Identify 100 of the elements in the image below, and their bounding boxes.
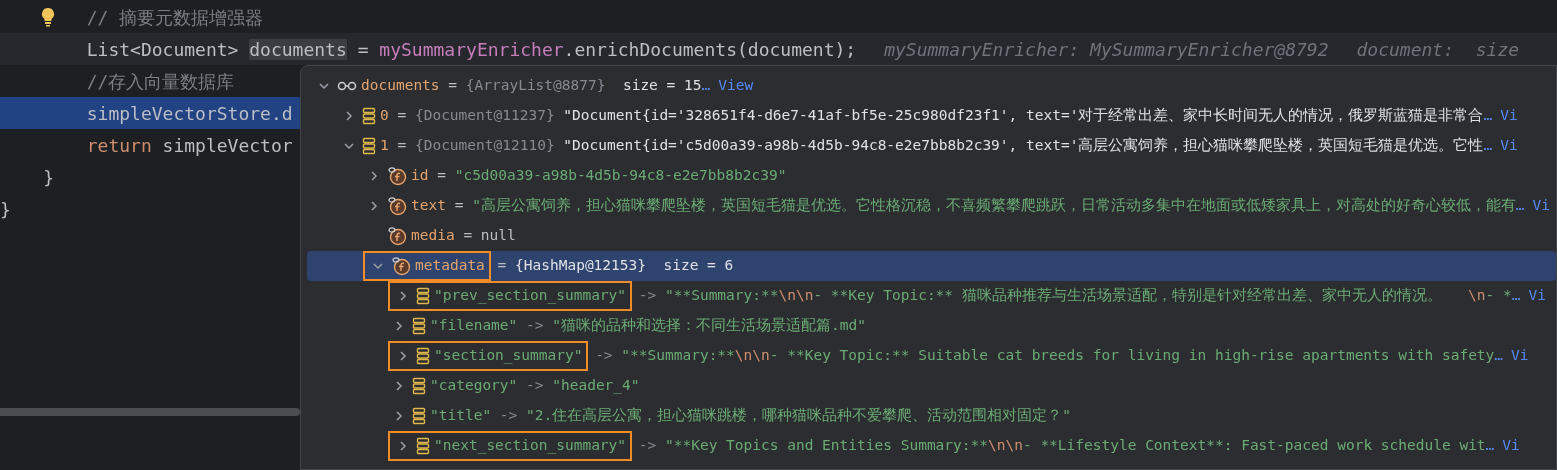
chevron-down-icon[interactable] [343,140,355,152]
code-text: } [0,198,11,220]
field-reference: mySummaryEnricher [379,38,564,60]
object-reference: -> [637,286,658,306]
chevron-down-icon[interactable] [318,80,330,92]
map-key: "category" [430,375,518,397]
variable-name: media [411,226,455,246]
variable-name: text [411,196,446,216]
view-link[interactable]: Vi [1500,105,1518,127]
code-text: } [43,166,55,188]
field-icon [391,256,411,276]
horizontal-scrollbar[interactable] [0,408,300,416]
code-text: List<Document> [86,38,240,60]
code-text: simpleVectorStore.d [86,102,293,124]
value-text: = [396,136,408,156]
variable-name: 0 [380,106,389,126]
variable-usage: documents [249,38,347,60]
view-link[interactable]: Vi [1528,285,1546,307]
string-value: "猫咪的品种和选择：不同生活场景适配篇.md" [552,316,866,336]
ellipsis: … [701,76,711,96]
string-value: "**Summary:** [665,286,779,306]
object-reference: {Document@12110} [414,136,555,156]
ellipsis: … [1511,286,1521,306]
object-reference: {ArrayList@8877} [465,76,606,96]
map-key: "next_section_summary" [434,435,627,457]
ellipsis: … [1494,346,1504,366]
escape-sequence: \n\n [988,436,1023,456]
keyword: return [86,134,152,156]
value-text: "Document{id='328651f4-d6e7-41af-bf5e-25c980df23f1', text='对于经常出差、家中长时间无人的情况，俄罗斯蓝猫是非常合 [562,106,1484,126]
view-link[interactable]: View [718,75,754,97]
field-icon [387,196,407,216]
object-reference: -> [525,316,545,336]
value-text: = [436,166,447,186]
code-comment: //存入向量数据库 [86,70,235,92]
string-value: "**Key Topics and Entities Summary:** [665,436,988,456]
object-reference: -> [525,376,545,396]
string-value: - **Key Topic:** 猫咪品种推荐与生活场景适配，特别是针对经常出差、家中无人的情况。 [813,286,1443,306]
string-value: "**Summary:** [621,346,735,366]
chevron-right-icon[interactable] [393,320,405,332]
chevron-right-icon[interactable] [397,290,409,302]
list-element-icon [362,137,376,155]
lightbulb-icon[interactable] [40,7,56,27]
list-element-icon [416,437,430,455]
code-comment: // 摘要元数据增强器 [86,6,264,28]
chevron-right-icon[interactable] [393,380,405,392]
ellipsis: … [1515,196,1525,216]
chevron-down-icon[interactable] [372,260,384,272]
list-element-icon [412,377,426,395]
view-link[interactable]: Vi [1500,135,1518,157]
value-text: = [496,256,508,276]
value-text: = [396,106,408,126]
code-text: simpleVector [162,134,293,156]
chevron-right-icon[interactable] [343,110,355,122]
escape-sequence: \n\n [734,346,770,366]
variable-name: 1 [380,136,389,156]
code-text: .enrichDocuments(document); [563,38,857,60]
string-value: "高层公寓饲养，担心猫咪攀爬坠楼，英国短毛猫是优选。它性格沉稳，不喜频繁攀爬跳跃，日常活动多集中在地面或低矮家具上，对高处的好奇心较低，能有 [472,196,1516,216]
string-value: "header_4" [552,376,640,396]
chevron-right-icon[interactable] [397,350,409,362]
string-value: - **Key Topic:** Suitable cat breeds for living in high-rise apartments with safety [769,346,1495,366]
inlay-hint: document: size [1356,38,1520,60]
view-link[interactable]: Vi [1532,195,1551,217]
object-reference: -> [637,436,658,456]
view-link[interactable]: Vi [1511,345,1529,367]
glasses-icon [337,80,357,92]
code-text: = [357,38,370,60]
list-element-icon [416,347,430,365]
ellipsis: … [1483,136,1493,156]
chevron-right-icon[interactable] [393,410,405,422]
map-key: "prev_section_summary" [434,285,627,307]
map-key: "filename" [430,315,518,337]
object-reference: -> [498,406,519,426]
inlay-hint: mySummaryEnricher: MySummaryEnricher@8792 [884,38,1329,60]
string-value: "c5d00a39-a98b-4d5b-94c8-e2e7bb8b2c39" [454,166,787,186]
object-reference: -> [594,346,614,366]
list-element-icon [416,287,430,305]
map-key: "title" [430,405,492,427]
string-value: "2.住在高层公寓，担心猫咪跳楼，哪种猫咪品种不爱攀爬、活动范围相对固定？" [526,406,1071,426]
variable-name: id [411,166,429,186]
view-link[interactable]: Vi [1502,435,1520,457]
chevron-right-icon[interactable] [368,170,380,182]
ellipsis: … [1485,436,1495,456]
value-text: = null [462,226,516,246]
variable-name: documents [361,76,440,96]
value-text: {HashMap@12153} size = 6 [515,256,734,276]
list-element-icon [362,107,376,125]
object-reference: {Document@11237} [414,106,555,126]
chevron-right-icon[interactable] [368,200,380,212]
value-text: size = 15 [621,76,702,96]
escape-sequence: \n\n [778,286,814,306]
string-value: - **Lifestyle Context**: Fast-paced work schedule wit [1022,436,1486,456]
chevron-right-icon[interactable] [397,440,409,452]
list-element-icon [412,407,426,425]
variable-name: metadata [415,256,485,276]
map-key: "section_summary" [434,345,583,367]
string-value: - * [1485,286,1512,306]
ellipsis: … [1483,106,1493,126]
escape-sequence: \n [1468,286,1486,306]
list-element-icon [412,317,426,335]
selected-row-highlight[interactable]: metadata = {HashMap@12153} size = 6 [307,251,1556,281]
